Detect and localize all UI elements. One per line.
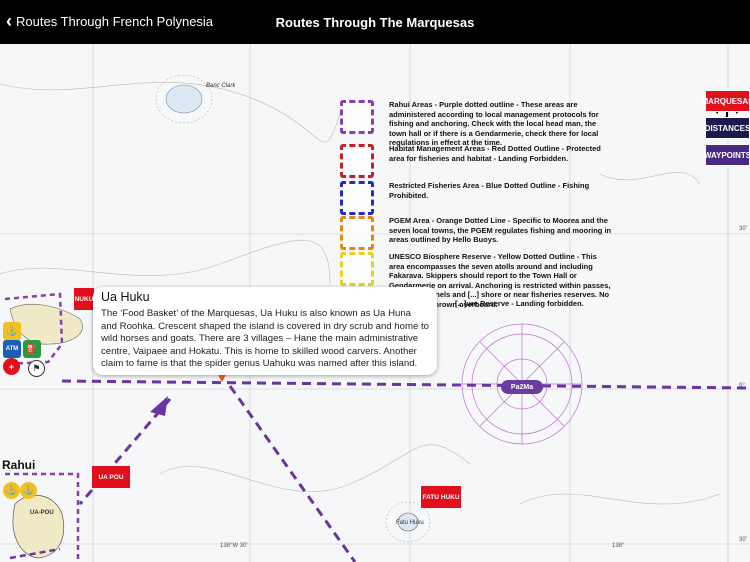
anchorage-icon[interactable]: ⚓ (3, 322, 21, 340)
popup-description: The ‘Food Basket’ of the Marquesas, Ua H… (101, 308, 429, 370)
legend-text-rahui: Rahui Areas - Purple dotted outline - Th… (389, 100, 599, 147)
ua-pou-label: UA-POU (30, 510, 54, 516)
page-title: Routes Through The Marquesas (275, 15, 475, 30)
moorings-icon-ua-pou[interactable]: ⚓ (20, 482, 37, 499)
nautical-chart[interactable]: Rahui Areas - Purple dotted outline - Th… (0, 44, 750, 562)
legend-swatch-habitat (340, 144, 374, 178)
distances-button[interactable]: DISTANCES (705, 117, 750, 139)
legend-text-restricted: Restricted Fisheries Area - Blue Dotted … (389, 181, 590, 200)
coord-label-30-top: 30' (739, 226, 747, 232)
navigation-bar: ‹ Routes Through French Polynesia Routes… (0, 0, 750, 44)
legend-text-nature-reserve: [...]ure Reserve - Landing forbidden. (455, 299, 584, 308)
medical-icon[interactable]: + (3, 358, 20, 375)
popup-title: Ua Huku (101, 290, 150, 304)
fuel-icon[interactable]: ⛽ (23, 340, 41, 358)
anchorage-icon-ua-pou[interactable]: ⚓ (3, 482, 20, 499)
legend-text-pgem: PGEM Area - Orange Dotted Line - Specifi… (389, 216, 612, 244)
coord-label-9: 9° (739, 383, 745, 389)
banc-clark-label: Banc Clark (206, 83, 236, 89)
coord-label-30-bottom: 30' (739, 537, 747, 543)
location-popup[interactable]: Ua Huku The ‘Food Basket’ of the Marques… (93, 287, 437, 375)
marquesas-button[interactable]: MARQUESAS (702, 90, 750, 112)
legend-swatch-rahui (340, 100, 374, 134)
fatu-huku-label: Fatu Huku (396, 520, 424, 526)
pa2ma-waypoint[interactable]: Pa2Ma (501, 380, 543, 394)
fatu-huku-tag[interactable]: FATU HUKU (421, 486, 461, 508)
legend-swatch-unesco (340, 252, 374, 286)
coord-label-bottom-1: 138°W 30' (220, 543, 248, 549)
waypoints-button[interactable]: WAYPOINTS (704, 144, 750, 166)
atm-icon[interactable]: ATM (3, 340, 21, 358)
rahui-label: Rahui (2, 458, 36, 472)
legend-swatch-restricted (340, 181, 374, 215)
nuku-tag[interactable]: NUKU (74, 288, 94, 310)
ua-pou-tag[interactable]: UA POU (92, 466, 130, 488)
location-marker-icon[interactable] (218, 375, 226, 382)
coord-label-bottom-2: 138° (612, 543, 625, 549)
legend-swatch-pgem (340, 216, 374, 250)
legend-text-habitat: Habitat Management Areas - Red Dotted Ou… (389, 144, 601, 163)
info-icon[interactable]: ⚑ (28, 360, 45, 377)
